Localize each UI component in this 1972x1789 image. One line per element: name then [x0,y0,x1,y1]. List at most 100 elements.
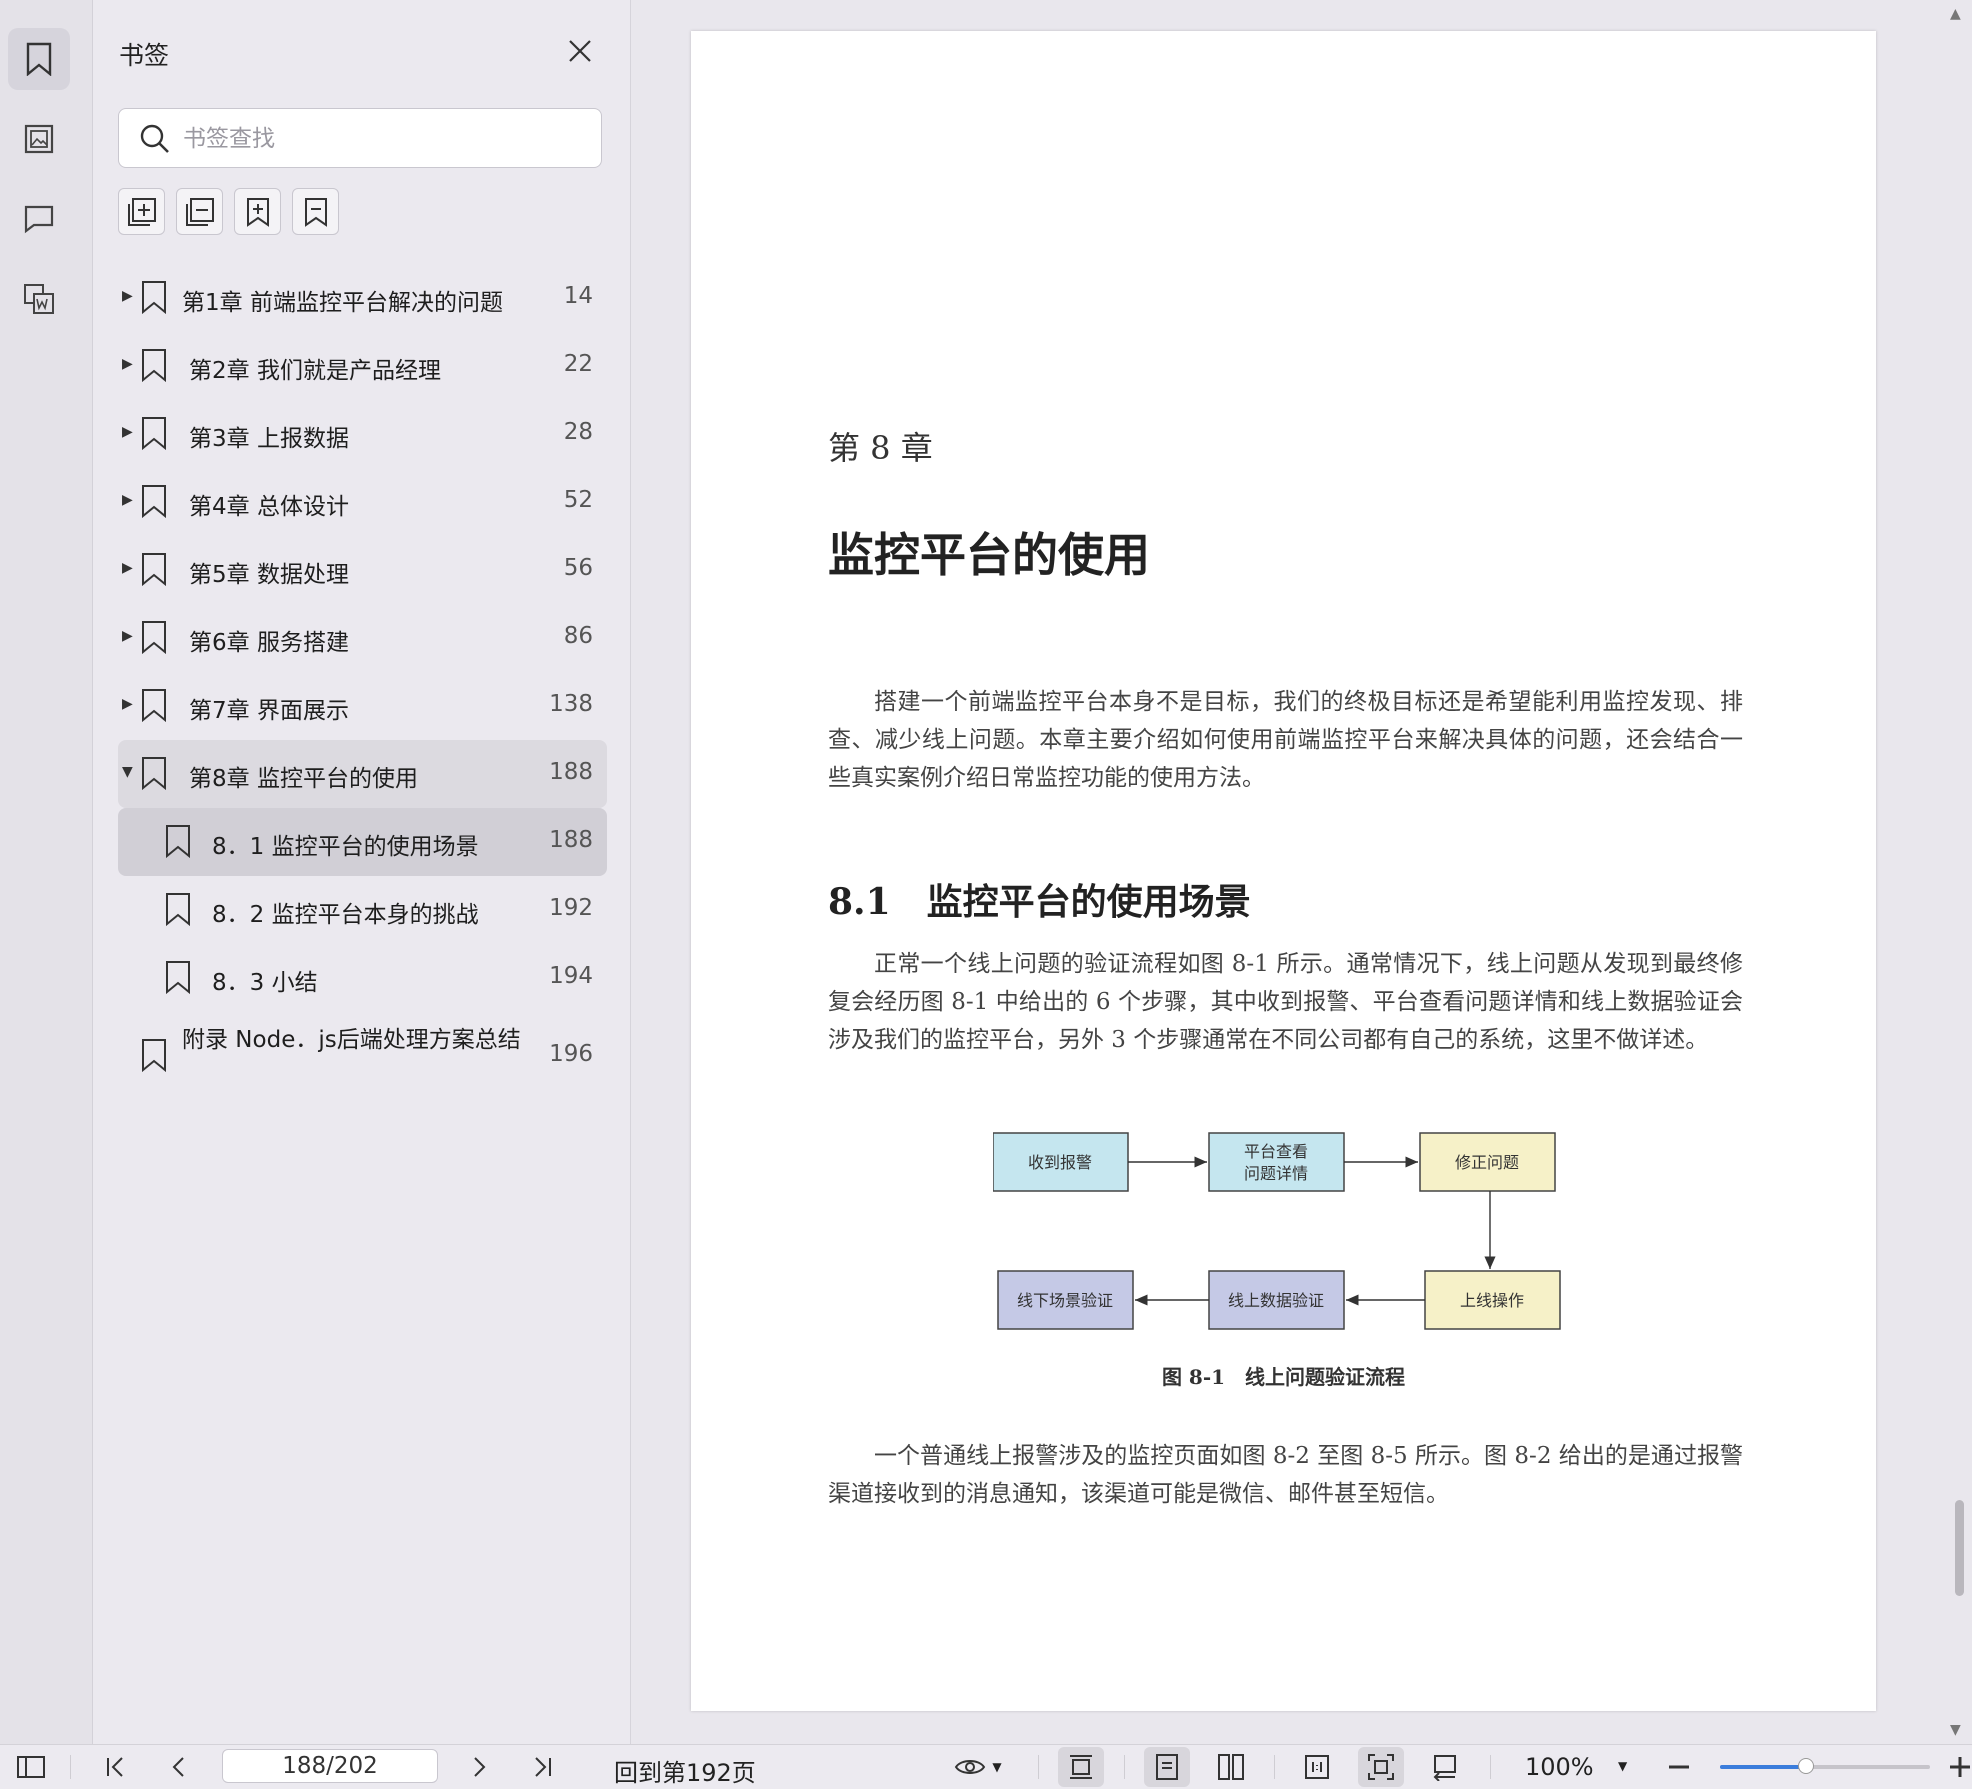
bookmark-panel: 书签 ▶ 第1章 前端监控平台解决的问题 14 ▶ 第2章 我们就是产品 [93,0,631,1744]
eye-icon [955,1760,986,1774]
zoom-slider[interactable] [1720,1758,1930,1774]
bookmark-page: 138 [549,691,593,717]
read-mode-dropdown[interactable]: ▼ [948,1745,1008,1789]
body-paragraph: 正常一个线上问题的验证流程如图 8-1 所示。通常情况下，线上问题从发现到最终修… [828,951,1743,1053]
sidebar-toggle-icon [17,1756,45,1778]
bookmark-icon [166,893,190,926]
section-number: 8.1 [828,881,891,923]
bookmark-item[interactable]: 8．2 监控平台本身的挑战 192 [118,876,607,944]
bookmark-icon [142,349,166,382]
collapse-arrow-icon[interactable]: ▼ [122,764,133,780]
bookmark-item-expanded[interactable]: ▼ 第8章 监控平台的使用 188 [118,740,607,808]
thumbnail-panel-button[interactable] [8,108,70,170]
chevron-down-icon: ▼ [992,1760,1002,1774]
scroll-thumb[interactable] [1955,1500,1964,1596]
bookmark-item[interactable]: ▶ 第2章 我们就是产品经理 22 [118,332,607,400]
page-number-input[interactable]: 188/202 [222,1749,438,1783]
attachment-panel-button[interactable] [8,268,70,330]
expand-arrow-icon[interactable]: ▶ [122,696,133,712]
bookmark-icon [142,553,166,586]
scroll-down-icon[interactable]: ▼ [1950,1722,1961,1738]
document-viewer[interactable]: 第 8 章 监控平台的使用 搭建一个前端监控平台本身不是目标，我们的终极目标还是… [631,0,1972,1744]
vertical-scrollbar[interactable]: ▲ ▼ [1942,0,1972,1744]
image-icon [24,124,54,154]
bookmark-icon [142,621,166,654]
bookmark-page: 194 [549,963,593,989]
delete-bookmark-button[interactable] [292,188,339,235]
bookmark-page: 192 [549,895,593,921]
bookmark-icon [142,757,166,790]
intro-paragraph: 搭建一个前端监控平台本身不是目标，我们的终极目标还是希望能利用监控发现、排查、减… [828,689,1743,791]
two-page-button[interactable] [1208,1745,1254,1789]
bookmark-page: 14 [563,283,593,309]
bookmark-label: 第4章 总体设计 [189,494,349,520]
zoom-out-button[interactable] [1656,1745,1702,1789]
comment-panel-button[interactable] [8,188,70,250]
next-page-button[interactable] [456,1745,502,1789]
bookmark-item[interactable]: ▶ 第6章 服务搭建 86 [118,604,607,672]
expand-arrow-icon[interactable]: ▶ [122,560,133,576]
chevron-right-icon [474,1757,486,1777]
box-label: 修正问题 [1455,1153,1519,1172]
bookmark-item-selected[interactable]: 8．1 监控平台的使用场景 188 [118,808,607,876]
zoom-in-button[interactable] [1948,1745,1972,1789]
bookmark-item[interactable]: ▶ 第7章 界面展示 138 [118,672,607,740]
bookmark-page: 196 [549,1041,593,1067]
scroll-up-icon[interactable]: ▲ [1950,6,1961,22]
bookmark-label: 第8章 监控平台的使用 [189,766,418,792]
bookmark-label: 第5章 数据处理 [189,562,349,588]
bookmark-tree: ▶ 第1章 前端监控平台解决的问题 14 ▶ 第2章 我们就是产品经理 22 ▶… [118,264,607,1100]
bookmark-item[interactable]: ▶ 第3章 上报数据 28 [118,400,607,468]
collapse-all-button[interactable] [176,188,223,235]
bookmark-page: 188 [549,827,593,853]
zoom-slider-fill [1720,1765,1807,1769]
bookmark-icon [142,485,166,518]
expand-arrow-icon[interactable]: ▶ [122,628,133,644]
close-panel-button[interactable] [563,34,597,68]
last-page-button[interactable] [520,1745,566,1789]
bookmark-item[interactable]: ▶ 第5章 数据处理 56 [118,536,607,604]
search-input[interactable] [181,119,585,159]
flow-box-offline-verify: 线下场景验证 [997,1270,1134,1330]
zoom-dropdown-icon[interactable]: ▼ [1618,1759,1627,1773]
actual-size-button[interactable] [1294,1745,1340,1789]
bookmark-panel-button[interactable] [8,28,70,90]
box-label: 收到报警 [1028,1153,1092,1172]
bookmark-label: 8．1 监控平台的使用场景 [212,834,479,860]
expand-all-icon [127,197,156,226]
add-bookmark-button[interactable] [234,188,281,235]
minus-icon [1669,1765,1689,1769]
expand-all-button[interactable] [118,188,165,235]
expand-arrow-icon[interactable]: ▶ [122,424,133,440]
expand-arrow-icon[interactable]: ▶ [122,492,133,508]
bookmark-page: 86 [563,623,593,649]
bookmark-item[interactable]: 附录 Node．js后端处理方案总结 196 [118,1012,607,1100]
section-title: 8.1 监控平台的使用场景 [828,873,1251,925]
bookmark-item[interactable]: 8．3 小结 194 [118,944,607,1012]
toggle-sidebar-button[interactable] [8,1745,54,1789]
bookmark-icon [166,961,190,994]
box-label: 线上数据验证 [1228,1291,1324,1310]
bookmark-item[interactable]: ▶ 第4章 总体设计 52 [118,468,607,536]
expand-arrow-icon[interactable]: ▶ [122,356,133,372]
figure-caption: 图 8-1 线上问题验证流程 [1161,1365,1406,1389]
zoom-slider-knob[interactable] [1798,1758,1815,1774]
section-title-text: 监控平台的使用场景 [926,881,1251,923]
bookmark-label: 第1章 前端监控平台解决的问题 [182,290,503,316]
bookmark-label: 第7章 界面展示 [189,698,349,724]
bookmark-icon [142,281,166,314]
rotate-page-button[interactable] [1422,1745,1468,1789]
single-page-button[interactable] [1144,1747,1190,1787]
bookmark-label: 8．2 监控平台本身的挑战 [212,902,479,928]
zoom-level[interactable]: 100% [1525,1753,1594,1781]
prev-page-button[interactable] [156,1745,202,1789]
return-to-page-link[interactable]: 回到第192页 [614,1753,756,1788]
expand-arrow-icon[interactable]: ▶ [122,288,133,304]
bookmark-icon [142,689,166,722]
fit-width-button[interactable] [1058,1747,1104,1787]
fit-page-button[interactable] [1358,1747,1404,1787]
close-icon [569,40,591,62]
first-page-button[interactable] [92,1745,138,1789]
bookmark-item[interactable]: ▶ 第1章 前端监控平台解决的问题 14 [118,264,607,332]
bookmark-page: 56 [563,555,593,581]
